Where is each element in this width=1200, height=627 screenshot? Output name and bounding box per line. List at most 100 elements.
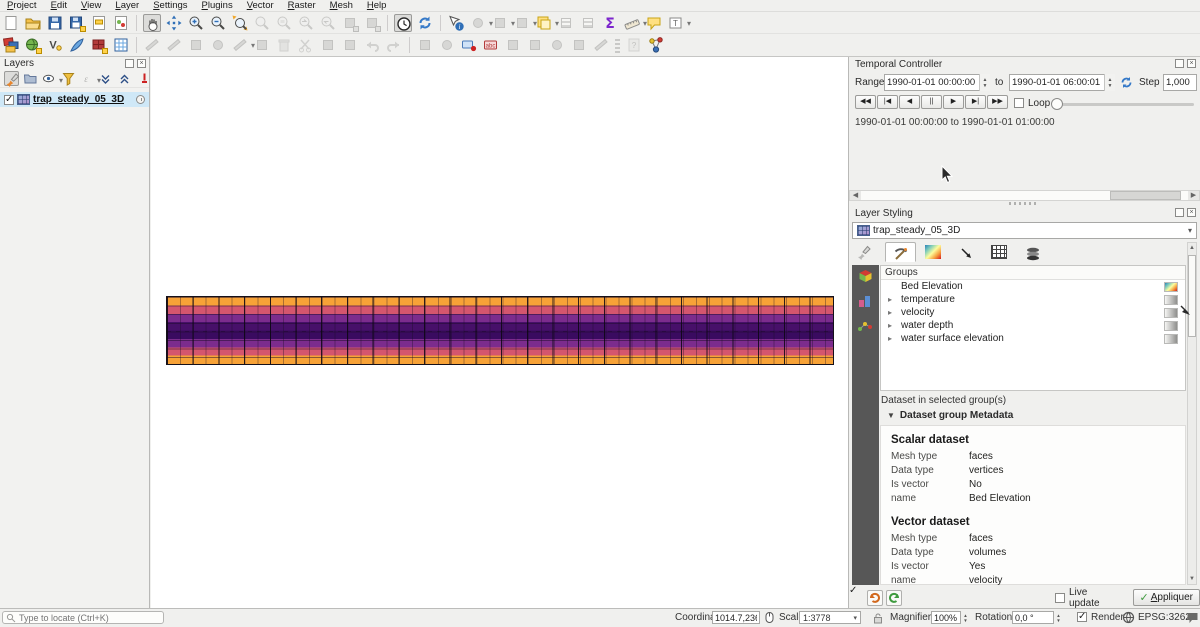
spinner-icon[interactable]: ▲▼ bbox=[1104, 74, 1115, 91]
menu-vector[interactable]: Vector bbox=[240, 0, 281, 12]
add-delimited-text-layer-button[interactable] bbox=[112, 36, 130, 54]
group-swatch-color-icon[interactable] bbox=[1164, 282, 1178, 292]
menu-edit[interactable]: Edit bbox=[44, 0, 74, 12]
skip-end-button[interactable]: ▶| bbox=[965, 95, 986, 109]
measure-button[interactable] bbox=[623, 14, 641, 32]
refresh-range-button[interactable] bbox=[1119, 75, 1134, 93]
extents-toggle-button[interactable] bbox=[763, 611, 776, 627]
zoom-full-button[interactable] bbox=[231, 14, 249, 32]
menu-raster[interactable]: Raster bbox=[281, 0, 323, 12]
spinner-icon[interactable]: ▲▼ bbox=[961, 611, 970, 624]
toggle-editing-button[interactable] bbox=[165, 36, 183, 54]
statistics-button[interactable]: Σ bbox=[601, 14, 619, 32]
scroll-up-icon[interactable]: ▲ bbox=[1188, 243, 1196, 253]
pause-button[interactable]: || bbox=[921, 95, 942, 109]
zoom-in-button[interactable] bbox=[187, 14, 205, 32]
fast-forward-button[interactable]: ▶▶ bbox=[987, 95, 1008, 109]
zoom-to-layer-button[interactable] bbox=[275, 14, 293, 32]
data-source-manager-button[interactable] bbox=[2, 36, 20, 54]
reset-style-button[interactable] bbox=[867, 590, 883, 606]
time-slider-handle[interactable] bbox=[1051, 98, 1063, 110]
tab-rendering[interactable] bbox=[984, 242, 1015, 262]
add-feature-button[interactable] bbox=[209, 36, 227, 54]
menu-project[interactable]: Project bbox=[0, 0, 44, 12]
step-back-button[interactable]: ◀ bbox=[899, 95, 920, 109]
highlight-pinned-labels-button[interactable] bbox=[504, 36, 522, 54]
add-mesh-layer-button[interactable] bbox=[90, 36, 108, 54]
apply-button[interactable]: ✓Appliquer bbox=[1133, 589, 1200, 606]
mesh-calculator-button[interactable] bbox=[647, 36, 665, 54]
open-attribute-table-button[interactable] bbox=[557, 14, 575, 32]
pan-to-selection-button[interactable] bbox=[165, 14, 183, 32]
range-from-field[interactable]: ▲▼ bbox=[884, 74, 990, 91]
scroll-thumb[interactable] bbox=[1110, 191, 1182, 200]
undock-panel-button[interactable] bbox=[1175, 59, 1184, 68]
close-panel-button[interactable]: × bbox=[137, 59, 146, 68]
expander-icon[interactable]: ▸ bbox=[888, 306, 892, 319]
close-panel-button[interactable]: × bbox=[1187, 59, 1196, 68]
layer-labeling-button[interactable] bbox=[460, 36, 478, 54]
open-project-button[interactable] bbox=[24, 14, 42, 32]
change-label-button[interactable] bbox=[570, 36, 588, 54]
temporal-hscrollbar[interactable]: ◀ ▶ bbox=[849, 190, 1200, 201]
help-contents-button[interactable]: ? bbox=[625, 36, 643, 54]
3d-view-tab[interactable] bbox=[852, 265, 879, 289]
filter-legend-button[interactable] bbox=[61, 71, 76, 86]
rotation-input[interactable] bbox=[1012, 611, 1054, 624]
metadata-collapsible-header[interactable]: ▼Dataset group Metadata bbox=[887, 410, 1013, 421]
scroll-down-icon[interactable]: ▼ bbox=[1188, 574, 1196, 584]
skip-start-button[interactable]: |◀ bbox=[877, 95, 898, 109]
add-point-layer-button[interactable]: V bbox=[46, 36, 64, 54]
elevation-tab[interactable] bbox=[852, 289, 879, 313]
group-swatch-icon[interactable] bbox=[1164, 321, 1178, 331]
crs-button[interactable] bbox=[1122, 611, 1135, 627]
menu-layer[interactable]: Layer bbox=[108, 0, 146, 12]
paste-features-button[interactable] bbox=[341, 36, 359, 54]
refresh-button[interactable] bbox=[416, 14, 434, 32]
group-row-temperature[interactable]: ▸ temperature bbox=[881, 293, 1185, 306]
vertex-tool-button[interactable] bbox=[231, 36, 249, 54]
group-row-water-surface-elevation[interactable]: ▸ water surface elevation bbox=[881, 332, 1185, 345]
undock-panel-button[interactable] bbox=[125, 59, 134, 68]
manage-map-themes-button[interactable] bbox=[42, 71, 57, 86]
collapse-all-button[interactable] bbox=[118, 71, 133, 86]
map-tips-button[interactable] bbox=[645, 14, 663, 32]
pan-map-button[interactable] bbox=[143, 14, 161, 32]
zoom-to-selection-button[interactable] bbox=[253, 14, 271, 32]
filter-legend-expression-button[interactable]: ε bbox=[80, 71, 95, 86]
group-swatch-icon[interactable] bbox=[1164, 295, 1178, 305]
scroll-left-icon[interactable]: ◀ bbox=[850, 191, 861, 200]
scale-combobox[interactable]: 1:3778 ▾ bbox=[799, 611, 861, 624]
magnifier-input[interactable] bbox=[931, 611, 961, 624]
refresh-style-button[interactable] bbox=[886, 590, 902, 606]
lock-scale-button[interactable] bbox=[872, 612, 884, 627]
field-calculator-button[interactable] bbox=[579, 14, 597, 32]
delete-selected-button[interactable] bbox=[275, 36, 293, 54]
step-forward-button[interactable]: ▶ bbox=[943, 95, 964, 109]
map-canvas[interactable] bbox=[151, 57, 849, 608]
undo-button[interactable] bbox=[363, 36, 381, 54]
move-label-button[interactable] bbox=[526, 36, 544, 54]
undock-panel-button[interactable] bbox=[1175, 208, 1184, 217]
expander-icon[interactable]: ▸ bbox=[888, 332, 892, 345]
menu-plugins[interactable]: Plugins bbox=[195, 0, 240, 12]
group-swatch-icon[interactable] bbox=[1164, 308, 1178, 318]
close-panel-button[interactable]: × bbox=[1187, 208, 1196, 217]
group-row-water-depth[interactable]: ▸ water depth bbox=[881, 319, 1185, 332]
splitter-handle[interactable] bbox=[1009, 202, 1039, 205]
rotate-label-button[interactable] bbox=[548, 36, 566, 54]
layer-diagram-options-button[interactable] bbox=[438, 36, 456, 54]
live-update-checkbox[interactable] bbox=[1055, 593, 1065, 603]
add-vector-layer-button[interactable] bbox=[24, 36, 42, 54]
step-input[interactable] bbox=[1163, 74, 1197, 91]
run-feature-action-button[interactable] bbox=[469, 14, 487, 32]
new-print-layout-button[interactable] bbox=[90, 14, 108, 32]
menu-view[interactable]: View bbox=[74, 0, 108, 12]
scroll-track[interactable] bbox=[861, 191, 1188, 200]
save-layer-edits-button[interactable] bbox=[187, 36, 205, 54]
deselect-features-button[interactable] bbox=[513, 14, 531, 32]
remove-layer-button[interactable] bbox=[137, 71, 152, 86]
loop-checkbox[interactable] bbox=[1014, 98, 1024, 108]
group-row-bed-elevation[interactable]: Bed Elevation bbox=[881, 280, 1185, 293]
layer-item-trap-steady[interactable]: trap_steady_05_3D bbox=[0, 92, 149, 107]
